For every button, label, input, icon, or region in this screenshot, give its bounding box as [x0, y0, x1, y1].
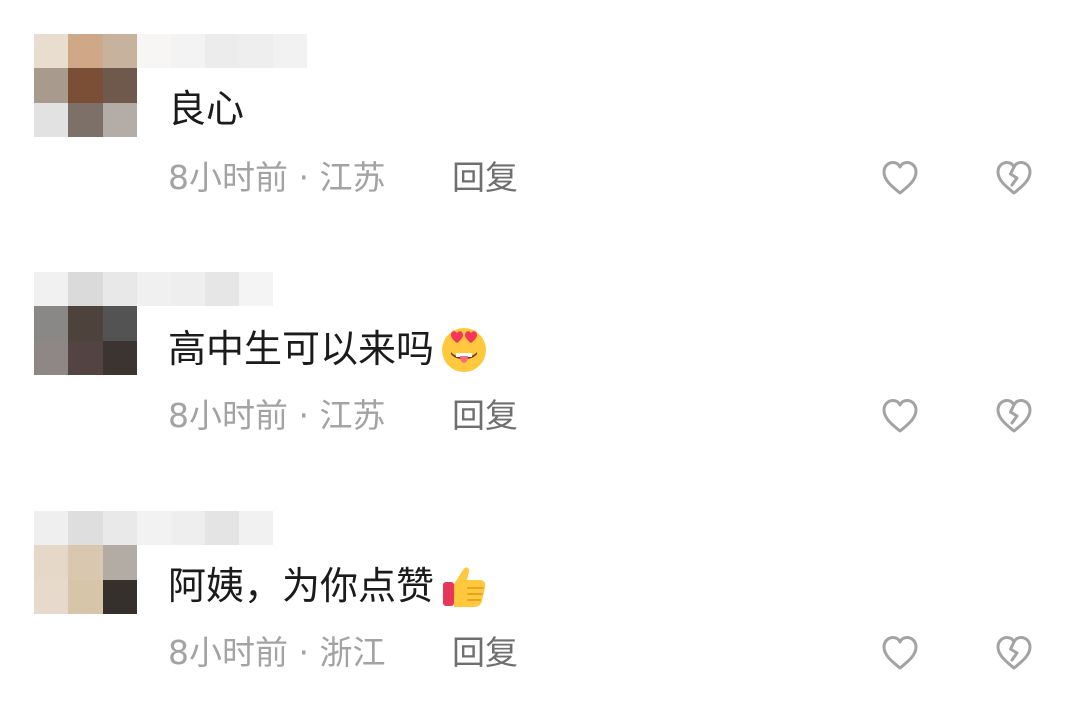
comment-text-content: 高中生可以来吗 [168, 327, 435, 371]
like-button[interactable] [878, 394, 922, 438]
avatar-pixel [68, 34, 103, 69]
avatar-pixel [68, 102, 103, 137]
like-button[interactable] [878, 156, 922, 200]
broken-heart-outline-icon [996, 161, 1032, 195]
dislike-button[interactable] [992, 156, 1036, 200]
broken-heart-outline-icon [996, 399, 1032, 433]
username[interactable] [137, 272, 273, 306]
username-blur-block [171, 272, 205, 306]
reply-button[interactable]: 回复 [452, 396, 518, 436]
avatar-pixel [34, 340, 69, 375]
comment-text-content: 阿姨，为你点赞 [168, 564, 435, 608]
heart-eyes-tongue-emoji [438, 323, 490, 375]
username-blur-block [171, 511, 205, 545]
username-blur-block [205, 34, 239, 68]
username-blur-block [137, 272, 171, 306]
avatar[interactable] [34, 272, 137, 375]
avatar-pixel [68, 68, 103, 103]
comment-text: 良心 [168, 84, 244, 134]
username-blur-block [171, 34, 205, 68]
comment-time-location: 8小时前 · 浙江 [168, 633, 386, 672]
heart-outline-icon [882, 399, 918, 433]
avatar-pixel [102, 102, 137, 137]
avatar-pixel [102, 272, 137, 307]
avatar[interactable] [34, 511, 137, 614]
reply-button[interactable]: 回复 [452, 158, 518, 198]
avatar-pixel [68, 340, 103, 375]
avatar-pixel [34, 272, 69, 307]
avatar-pixel [34, 34, 69, 69]
username[interactable] [137, 34, 307, 68]
heart-outline-icon [882, 636, 918, 670]
comment-item: 高中生可以来吗 8小时前 · 江苏 回复 [0, 238, 1080, 438]
dislike-button[interactable] [992, 631, 1036, 675]
username-blur-block [137, 34, 171, 68]
username-blur-block [239, 511, 273, 545]
reply-button[interactable]: 回复 [452, 633, 518, 673]
avatar-pixel [102, 511, 137, 546]
username-blur-block [205, 511, 239, 545]
comment-time-location: 8小时前 · 江苏 [168, 396, 386, 435]
avatar-pixel [68, 511, 103, 546]
avatar-pixel [102, 340, 137, 375]
avatar-pixel [102, 545, 137, 580]
comment-item: 阿姨，为你点赞 8小时前 · 浙江 回复 [0, 477, 1080, 677]
avatar-pixel [68, 272, 103, 307]
avatar-pixel [34, 68, 69, 103]
thumbs-up-emoji [438, 560, 490, 612]
username-blur-block [239, 34, 273, 68]
avatar-pixel [68, 306, 103, 341]
username[interactable] [137, 511, 273, 545]
broken-heart-outline-icon [996, 636, 1032, 670]
comment-text: 高中生可以来吗 [168, 323, 490, 375]
comment-time-location: 8小时前 · 江苏 [168, 158, 386, 197]
comment-list: 良心 8小时前 · 江苏 回复 高中生可以来吗 8小时前 · 江苏 回复 阿姨，… [0, 0, 1080, 715]
avatar-pixel [102, 68, 137, 103]
avatar-pixel [102, 34, 137, 69]
username-blur-block [205, 272, 239, 306]
avatar[interactable] [34, 34, 137, 137]
username-blur-block [137, 511, 171, 545]
username-blur-block [273, 34, 307, 68]
avatar-pixel [34, 511, 69, 546]
avatar-pixel [34, 306, 69, 341]
avatar-pixel [68, 545, 103, 580]
avatar-pixel [102, 306, 137, 341]
like-button[interactable] [878, 631, 922, 675]
avatar-pixel [102, 579, 137, 614]
comment-text-content: 良心 [168, 87, 245, 131]
avatar-pixel [34, 545, 69, 580]
avatar-pixel [68, 579, 103, 614]
comment-text: 阿姨，为你点赞 [168, 560, 490, 612]
avatar-pixel [34, 102, 69, 137]
heart-outline-icon [882, 161, 918, 195]
dislike-button[interactable] [992, 394, 1036, 438]
username-blur-block [239, 272, 273, 306]
comment-item: 良心 8小时前 · 江苏 回复 [0, 0, 1080, 200]
avatar-pixel [34, 579, 69, 614]
